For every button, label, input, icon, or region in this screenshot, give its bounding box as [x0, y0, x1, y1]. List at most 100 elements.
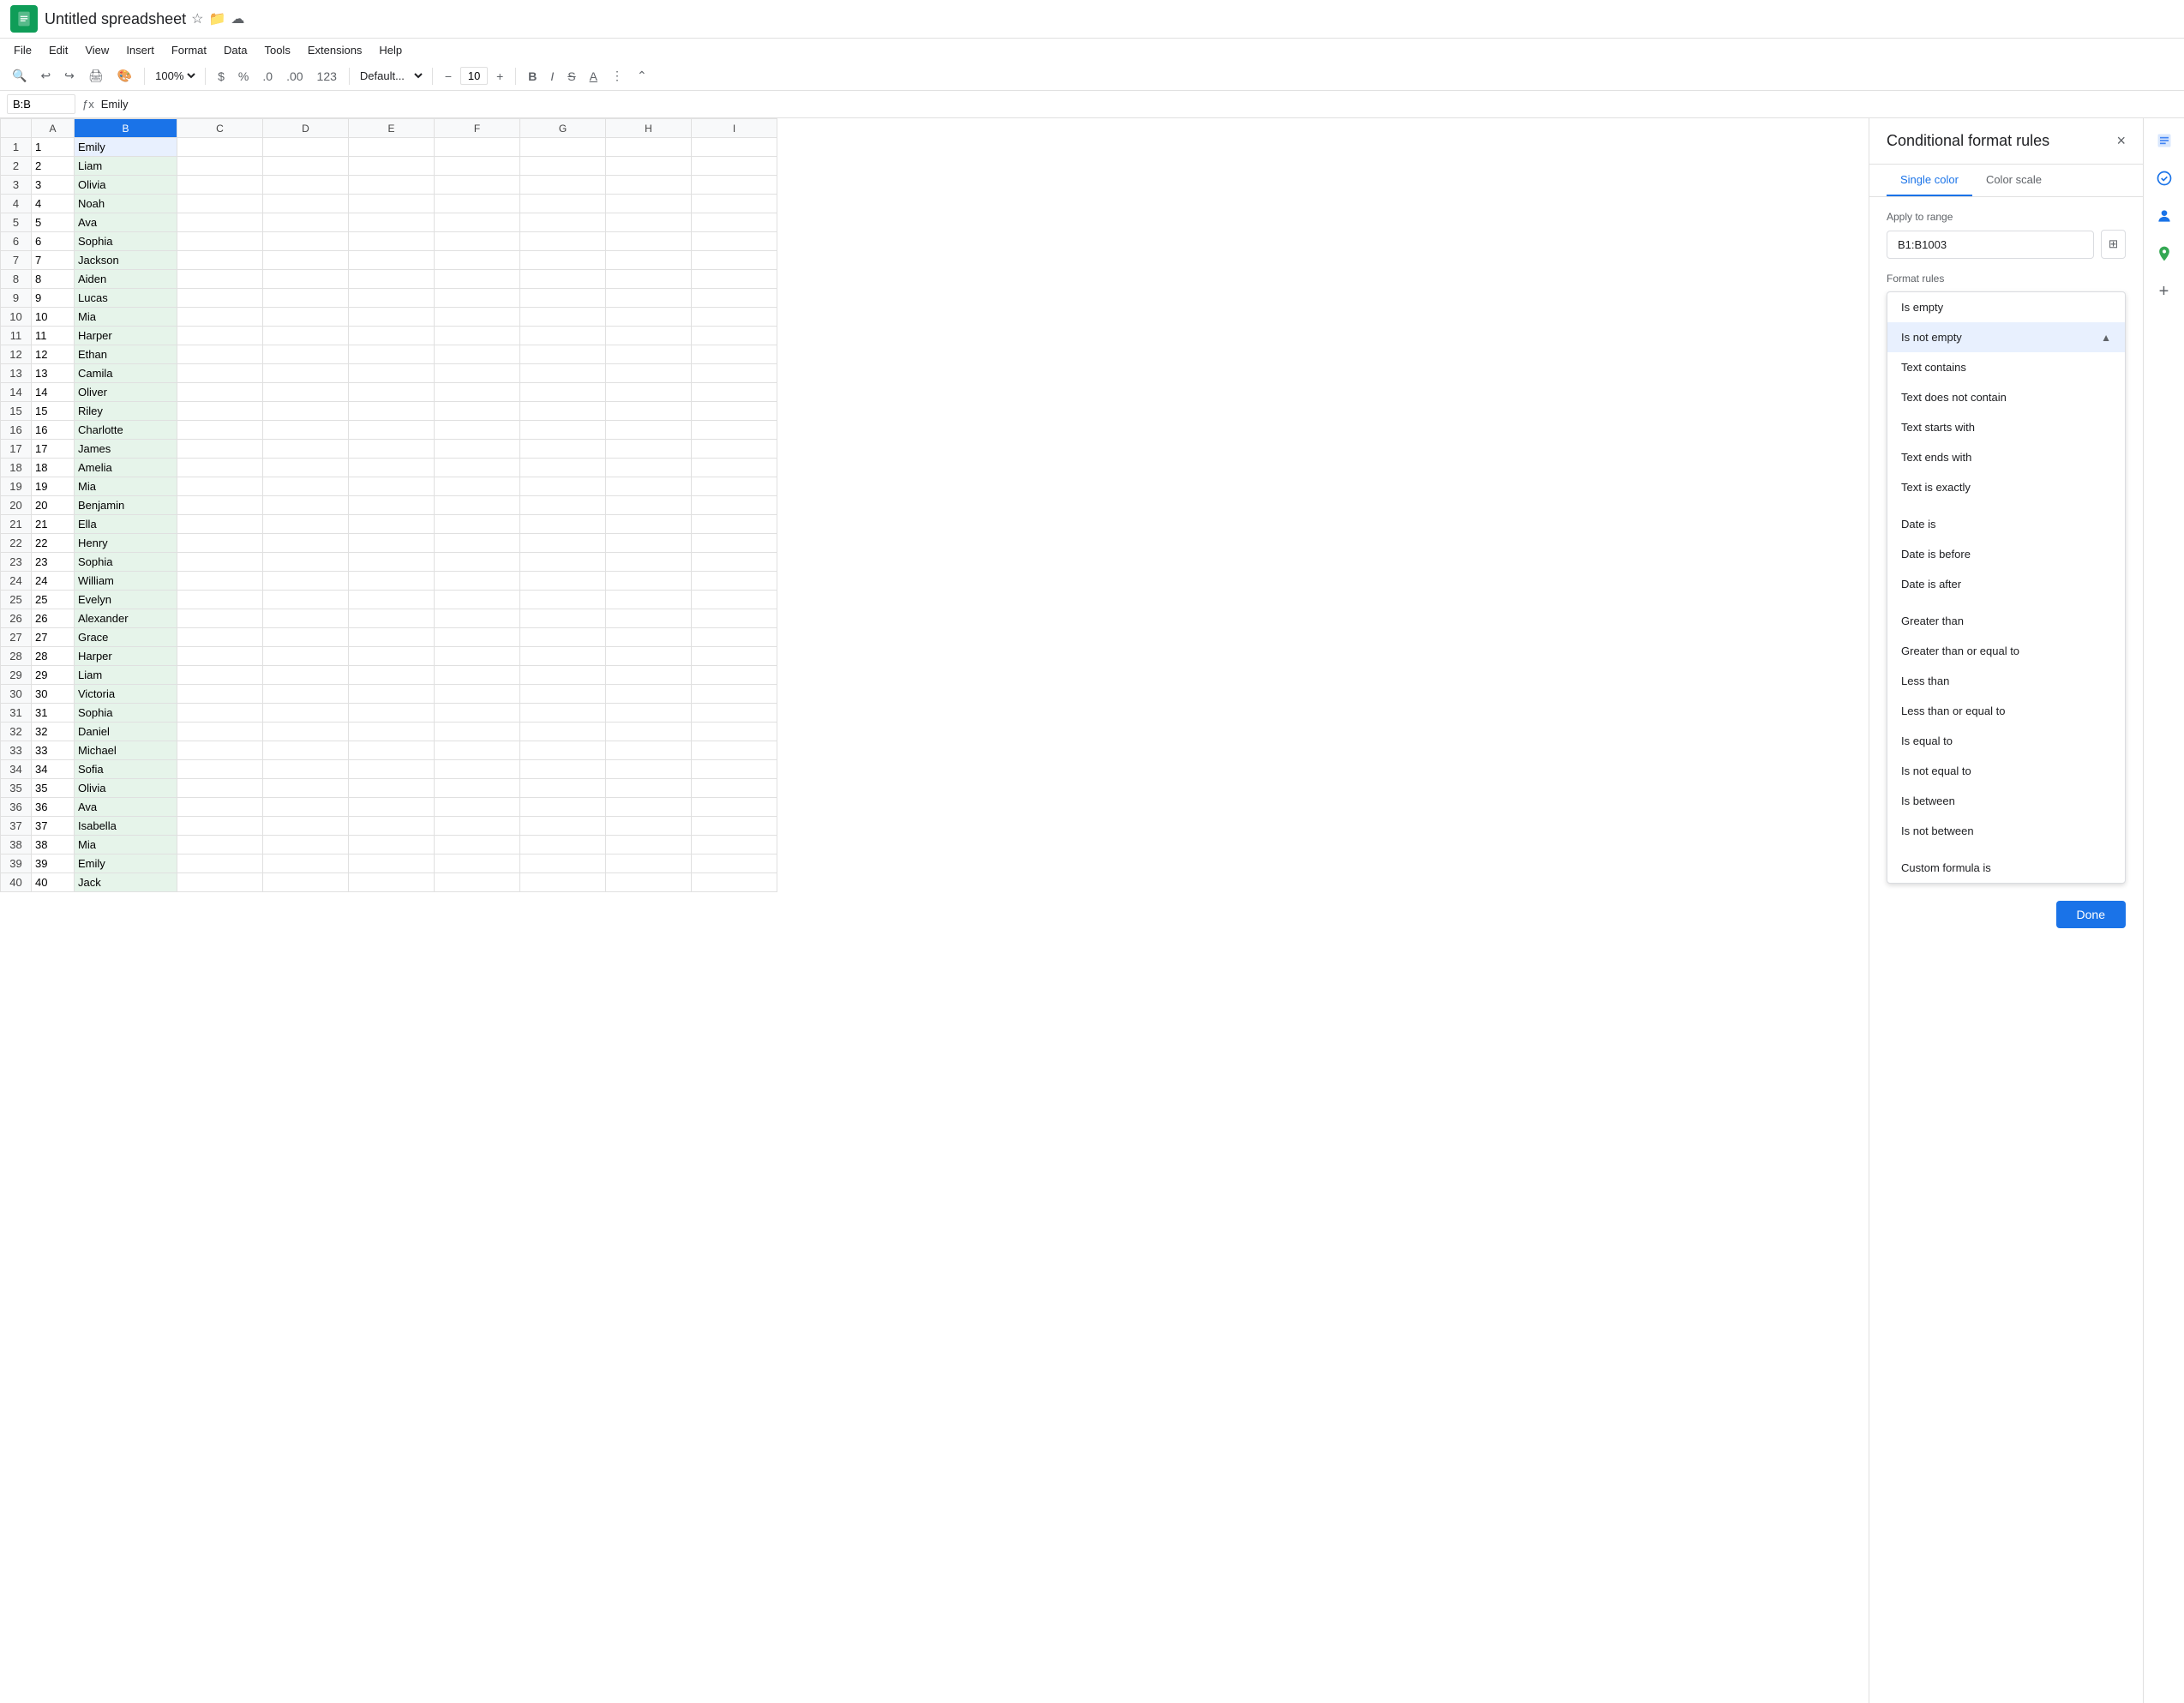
cell-e[interactable] [349, 515, 435, 534]
cell-a[interactable]: 26 [32, 609, 75, 628]
cell-b[interactable]: Noah [75, 195, 177, 213]
cell-f[interactable] [435, 270, 520, 289]
cell-f[interactable] [435, 723, 520, 741]
cell-e[interactable] [349, 251, 435, 270]
cell-i[interactable] [692, 345, 777, 364]
cell-h[interactable] [606, 723, 692, 741]
cell-h[interactable] [606, 666, 692, 685]
redo-btn[interactable]: ↪ [59, 65, 80, 87]
cell-d[interactable] [263, 798, 349, 817]
cell-i[interactable] [692, 251, 777, 270]
cell-d[interactable] [263, 515, 349, 534]
cell-f[interactable] [435, 345, 520, 364]
dropdown-item[interactable]: Text contains [1887, 352, 2125, 382]
cell-e[interactable] [349, 798, 435, 817]
cell-c[interactable] [177, 440, 263, 459]
cell-a[interactable]: 36 [32, 798, 75, 817]
maps-side-icon[interactable] [2149, 238, 2180, 269]
dropdown-item[interactable]: Is equal to [1887, 726, 2125, 756]
cell-c[interactable] [177, 477, 263, 496]
cell-e[interactable] [349, 854, 435, 873]
cell-c[interactable] [177, 685, 263, 704]
cell-a[interactable]: 28 [32, 647, 75, 666]
cell-b[interactable]: Ava [75, 213, 177, 232]
dropdown-item[interactable]: Custom formula is [1887, 853, 2125, 883]
cell-e[interactable] [349, 477, 435, 496]
cell-f[interactable] [435, 477, 520, 496]
cell-a[interactable]: 20 [32, 496, 75, 515]
cell-b[interactable]: Olivia [75, 779, 177, 798]
cell-f[interactable] [435, 213, 520, 232]
cell-i[interactable] [692, 289, 777, 308]
cell-e[interactable] [349, 308, 435, 327]
cell-h[interactable] [606, 176, 692, 195]
cell-c[interactable] [177, 647, 263, 666]
cell-e[interactable] [349, 459, 435, 477]
cell-b[interactable]: Jack [75, 873, 177, 892]
app-title[interactable]: Untitled spreadsheet [45, 10, 186, 28]
cell-a[interactable]: 15 [32, 402, 75, 421]
cell-i[interactable] [692, 609, 777, 628]
cell-g[interactable] [520, 345, 606, 364]
cell-e[interactable] [349, 873, 435, 892]
cell-d[interactable] [263, 817, 349, 836]
cell-a[interactable]: 19 [32, 477, 75, 496]
cell-f[interactable] [435, 685, 520, 704]
cell-c[interactable] [177, 289, 263, 308]
cell-d[interactable] [263, 138, 349, 157]
cell-e[interactable] [349, 157, 435, 176]
cell-e[interactable] [349, 440, 435, 459]
cell-b[interactable]: Riley [75, 402, 177, 421]
cell-h[interactable] [606, 628, 692, 647]
cell-c[interactable] [177, 327, 263, 345]
col-header-i[interactable]: I [692, 119, 777, 138]
cell-h[interactable] [606, 836, 692, 854]
cell-d[interactable] [263, 289, 349, 308]
cell-f[interactable] [435, 704, 520, 723]
formula-input[interactable] [101, 98, 2177, 111]
cell-c[interactable] [177, 873, 263, 892]
cell-f[interactable] [435, 251, 520, 270]
cell-b[interactable]: Mia [75, 308, 177, 327]
cell-a[interactable]: 22 [32, 534, 75, 553]
tab-color-scale[interactable]: Color scale [1972, 165, 2055, 196]
cell-e[interactable] [349, 779, 435, 798]
cell-i[interactable] [692, 421, 777, 440]
cell-c[interactable] [177, 515, 263, 534]
menu-file[interactable]: File [7, 40, 39, 60]
cell-f[interactable] [435, 176, 520, 195]
cell-f[interactable] [435, 289, 520, 308]
currency-btn[interactable]: $ [213, 66, 230, 87]
cell-f[interactable] [435, 836, 520, 854]
cell-i[interactable] [692, 440, 777, 459]
cell-a[interactable]: 25 [32, 591, 75, 609]
italic-btn[interactable]: I [545, 66, 559, 87]
cell-a[interactable]: 32 [32, 723, 75, 741]
cell-b[interactable]: Sofia [75, 760, 177, 779]
cell-h[interactable] [606, 459, 692, 477]
cell-g[interactable] [520, 421, 606, 440]
cell-b[interactable]: William [75, 572, 177, 591]
cell-b[interactable]: Ethan [75, 345, 177, 364]
undo-btn[interactable]: ↩ [35, 65, 56, 87]
cell-i[interactable] [692, 873, 777, 892]
col-header-g[interactable]: G [520, 119, 606, 138]
cell-c[interactable] [177, 591, 263, 609]
cell-h[interactable] [606, 327, 692, 345]
cell-a[interactable]: 31 [32, 704, 75, 723]
cell-g[interactable] [520, 232, 606, 251]
dropdown-item[interactable]: Less than [1887, 666, 2125, 696]
cell-c[interactable] [177, 609, 263, 628]
cell-h[interactable] [606, 591, 692, 609]
cell-g[interactable] [520, 741, 606, 760]
cell-h[interactable] [606, 854, 692, 873]
cell-g[interactable] [520, 798, 606, 817]
cell-d[interactable] [263, 609, 349, 628]
cell-i[interactable] [692, 704, 777, 723]
more-btn[interactable]: ⋮ [606, 65, 628, 87]
cell-a[interactable]: 40 [32, 873, 75, 892]
cell-f[interactable] [435, 760, 520, 779]
decrease-font-btn[interactable]: − [440, 66, 457, 87]
dropdown-item[interactable]: Date is before [1887, 539, 2125, 569]
cell-d[interactable] [263, 402, 349, 421]
